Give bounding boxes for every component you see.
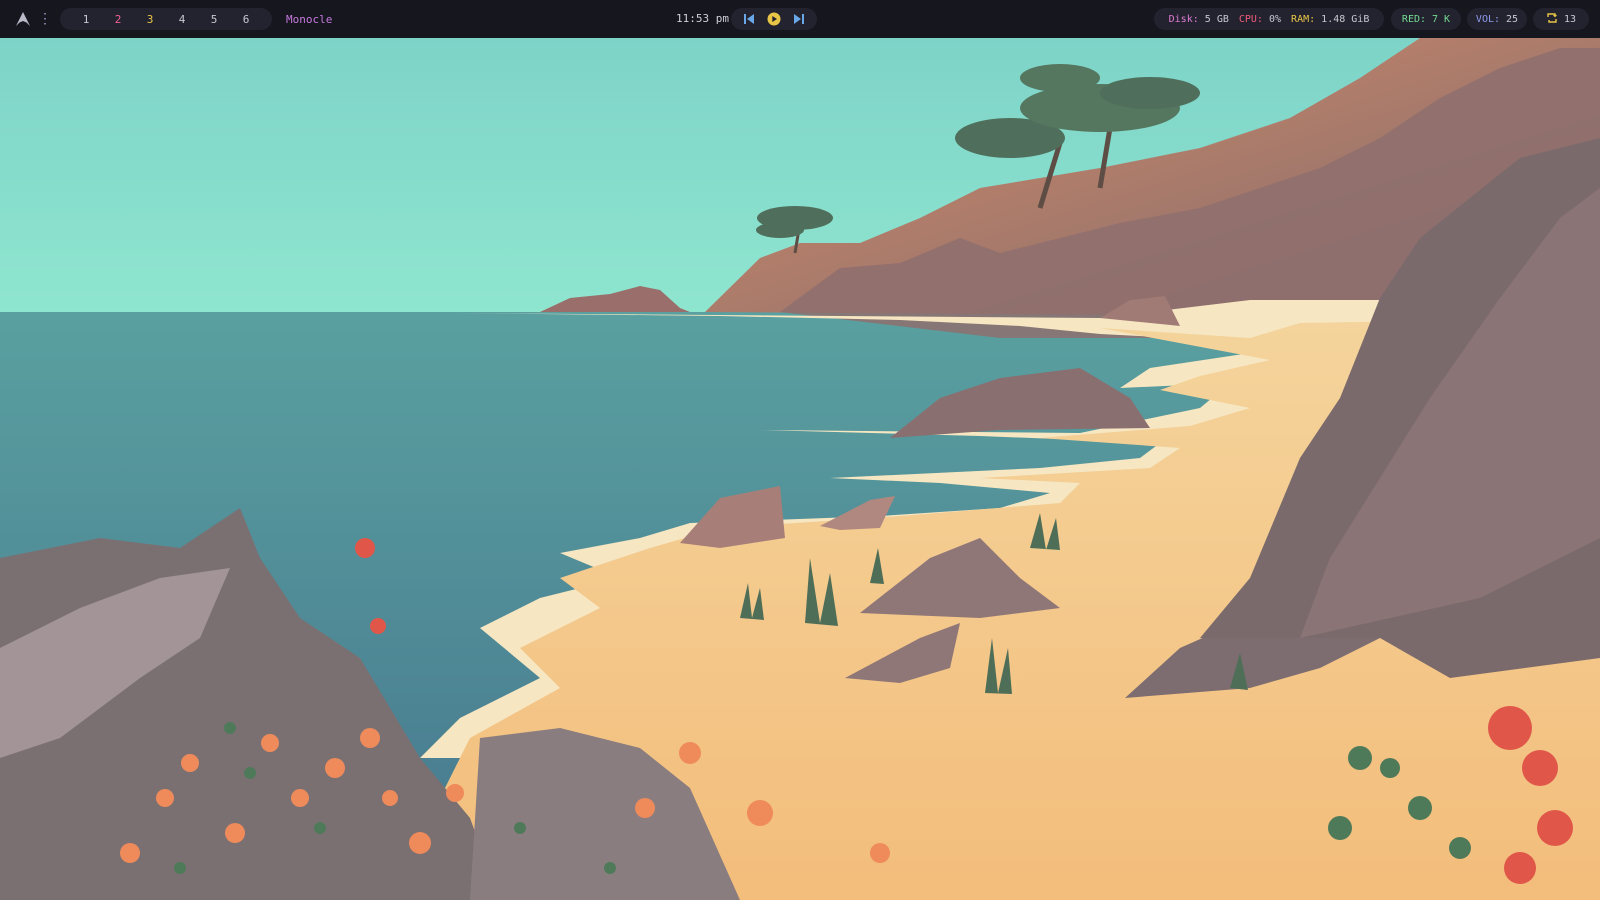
workspace-2[interactable]: 2: [102, 13, 134, 26]
refresh-icon: [1546, 12, 1558, 27]
workspace-5[interactable]: 5: [198, 13, 230, 26]
top-bar: ⋮ 1 2 3 4 5 6 Monocle 11:53 pm Disk: 5 G…: [0, 0, 1600, 38]
arch-linux-icon[interactable]: [14, 10, 32, 28]
play-icon[interactable]: [766, 11, 782, 27]
bar-left-section: ⋮ 1 2 3 4 5 6 Monocle: [14, 0, 332, 38]
media-controls: [731, 8, 817, 30]
updates-count: 13: [1563, 13, 1577, 25]
workspace-3[interactable]: 3: [134, 13, 166, 26]
desktop-wallpaper: [0, 38, 1600, 900]
volume-indicator[interactable]: VOL: 25: [1467, 8, 1527, 30]
workspace-6[interactable]: 6: [230, 13, 262, 26]
disk-stat: Disk: 5 GB: [1168, 13, 1229, 25]
system-stats: Disk: 5 GB CPU: 0% RAM: 1.48 GiB: [1154, 8, 1384, 30]
redshift-label: RED:: [1401, 13, 1427, 25]
skip-previous-icon[interactable]: [741, 11, 757, 27]
updates-indicator[interactable]: 13: [1533, 8, 1589, 30]
redshift-indicator[interactable]: RED: 7 K: [1391, 8, 1461, 30]
vertical-dots-icon[interactable]: ⋮: [38, 10, 52, 28]
volume-value: 25: [1506, 13, 1519, 25]
clock: 11:53 pm: [676, 12, 729, 25]
cpu-stat: CPU: 0%: [1238, 13, 1282, 25]
redshift-value: 7 K: [1432, 13, 1451, 25]
workspace-1[interactable]: 1: [70, 13, 102, 26]
workspace-switcher: 1 2 3 4 5 6: [60, 8, 272, 30]
layout-indicator[interactable]: Monocle: [286, 13, 332, 26]
skip-next-icon[interactable]: [791, 11, 807, 27]
workspace-4[interactable]: 4: [166, 13, 198, 26]
ram-stat: RAM: 1.48 GiB: [1291, 13, 1370, 25]
volume-label: VOL:: [1475, 13, 1501, 25]
